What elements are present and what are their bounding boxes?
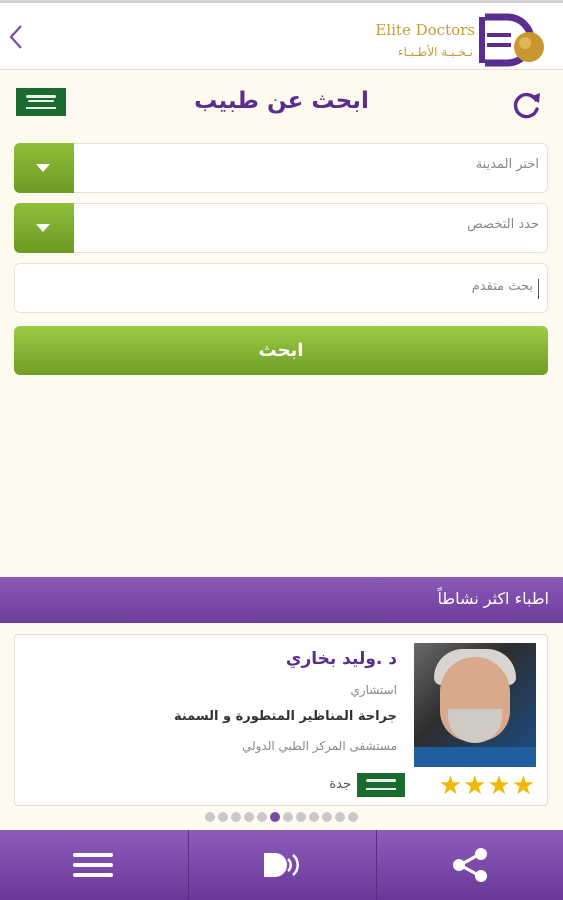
refresh-icon[interactable] (509, 88, 543, 122)
carousel-dot[interactable] (244, 812, 254, 822)
carousel-dot[interactable] (335, 812, 345, 822)
search-header: ابحث عن طبيب (0, 76, 563, 132)
text-cursor (538, 279, 539, 299)
bottom-nav (0, 830, 563, 900)
city-dropdown-button[interactable] (14, 143, 74, 193)
doctor-title: استشاري (350, 683, 397, 697)
advanced-search-input[interactable]: بحث متقدم (14, 263, 548, 313)
city-placeholder: اختر المدينة (475, 157, 539, 172)
specialty-placeholder: حدد التخصص (467, 217, 539, 232)
doctor-card[interactable]: د .وليد بخاري استشاري جراحة المناظير الم… (14, 634, 548, 806)
rating-stars: ★★★★ (438, 771, 536, 801)
share-tab[interactable] (376, 830, 563, 900)
page-title: ابحث عن طبيب (194, 88, 369, 114)
carousel-dot[interactable] (309, 812, 319, 822)
carousel-dot[interactable] (270, 812, 280, 822)
carousel-dot[interactable] (218, 812, 228, 822)
brand-tab[interactable] (188, 830, 375, 900)
carousel-dot[interactable] (322, 812, 332, 822)
advanced-search-placeholder: بحث متقدم (471, 279, 533, 294)
menu-tab[interactable] (0, 830, 187, 900)
doctor-specialty: جراحة المناظير المتطورة و السمنة (173, 709, 397, 724)
doctor-name: د .وليد بخاري (285, 649, 397, 669)
carousel-indicator (205, 812, 365, 824)
elite-doctors-logo-icon (479, 13, 544, 67)
doctor-photo (414, 643, 536, 767)
doctor-city: جدة (329, 777, 351, 792)
logo-text-ar: نـخـبـة الأطـبـاء (397, 45, 473, 59)
elite-doctors-sound-icon[interactable] (262, 850, 302, 880)
share-icon[interactable] (450, 848, 490, 882)
chevron-left-icon[interactable] (6, 23, 26, 51)
city-select[interactable]: اختر المدينة (14, 143, 548, 193)
search-button[interactable]: ابحث (14, 326, 548, 375)
carousel-dot[interactable] (296, 812, 306, 822)
doctor-hospital: مستشفى المركز الطبي الدولي (241, 739, 397, 753)
active-doctors-header: اطباء اكثر نشاطاً (0, 577, 563, 623)
top-bar: Elite Doctors نـخـبـة الأطـبـاء (0, 0, 563, 70)
specialty-select[interactable]: حدد التخصص (14, 203, 548, 253)
app-logo: Elite Doctors نـخـبـة الأطـبـاء (375, 9, 557, 67)
carousel-dot[interactable] (257, 812, 267, 822)
carousel-dot[interactable] (283, 812, 293, 822)
carousel-dot[interactable] (205, 812, 215, 822)
carousel-dot[interactable] (231, 812, 241, 822)
logo-text-en: Elite Doctors (375, 21, 475, 39)
specialty-dropdown-button[interactable] (14, 203, 74, 253)
carousel-dot[interactable] (348, 812, 358, 822)
saudi-flag-icon (357, 773, 405, 797)
section-title: اطباء اكثر نشاطاً (437, 589, 549, 608)
menu-icon[interactable] (73, 850, 113, 880)
